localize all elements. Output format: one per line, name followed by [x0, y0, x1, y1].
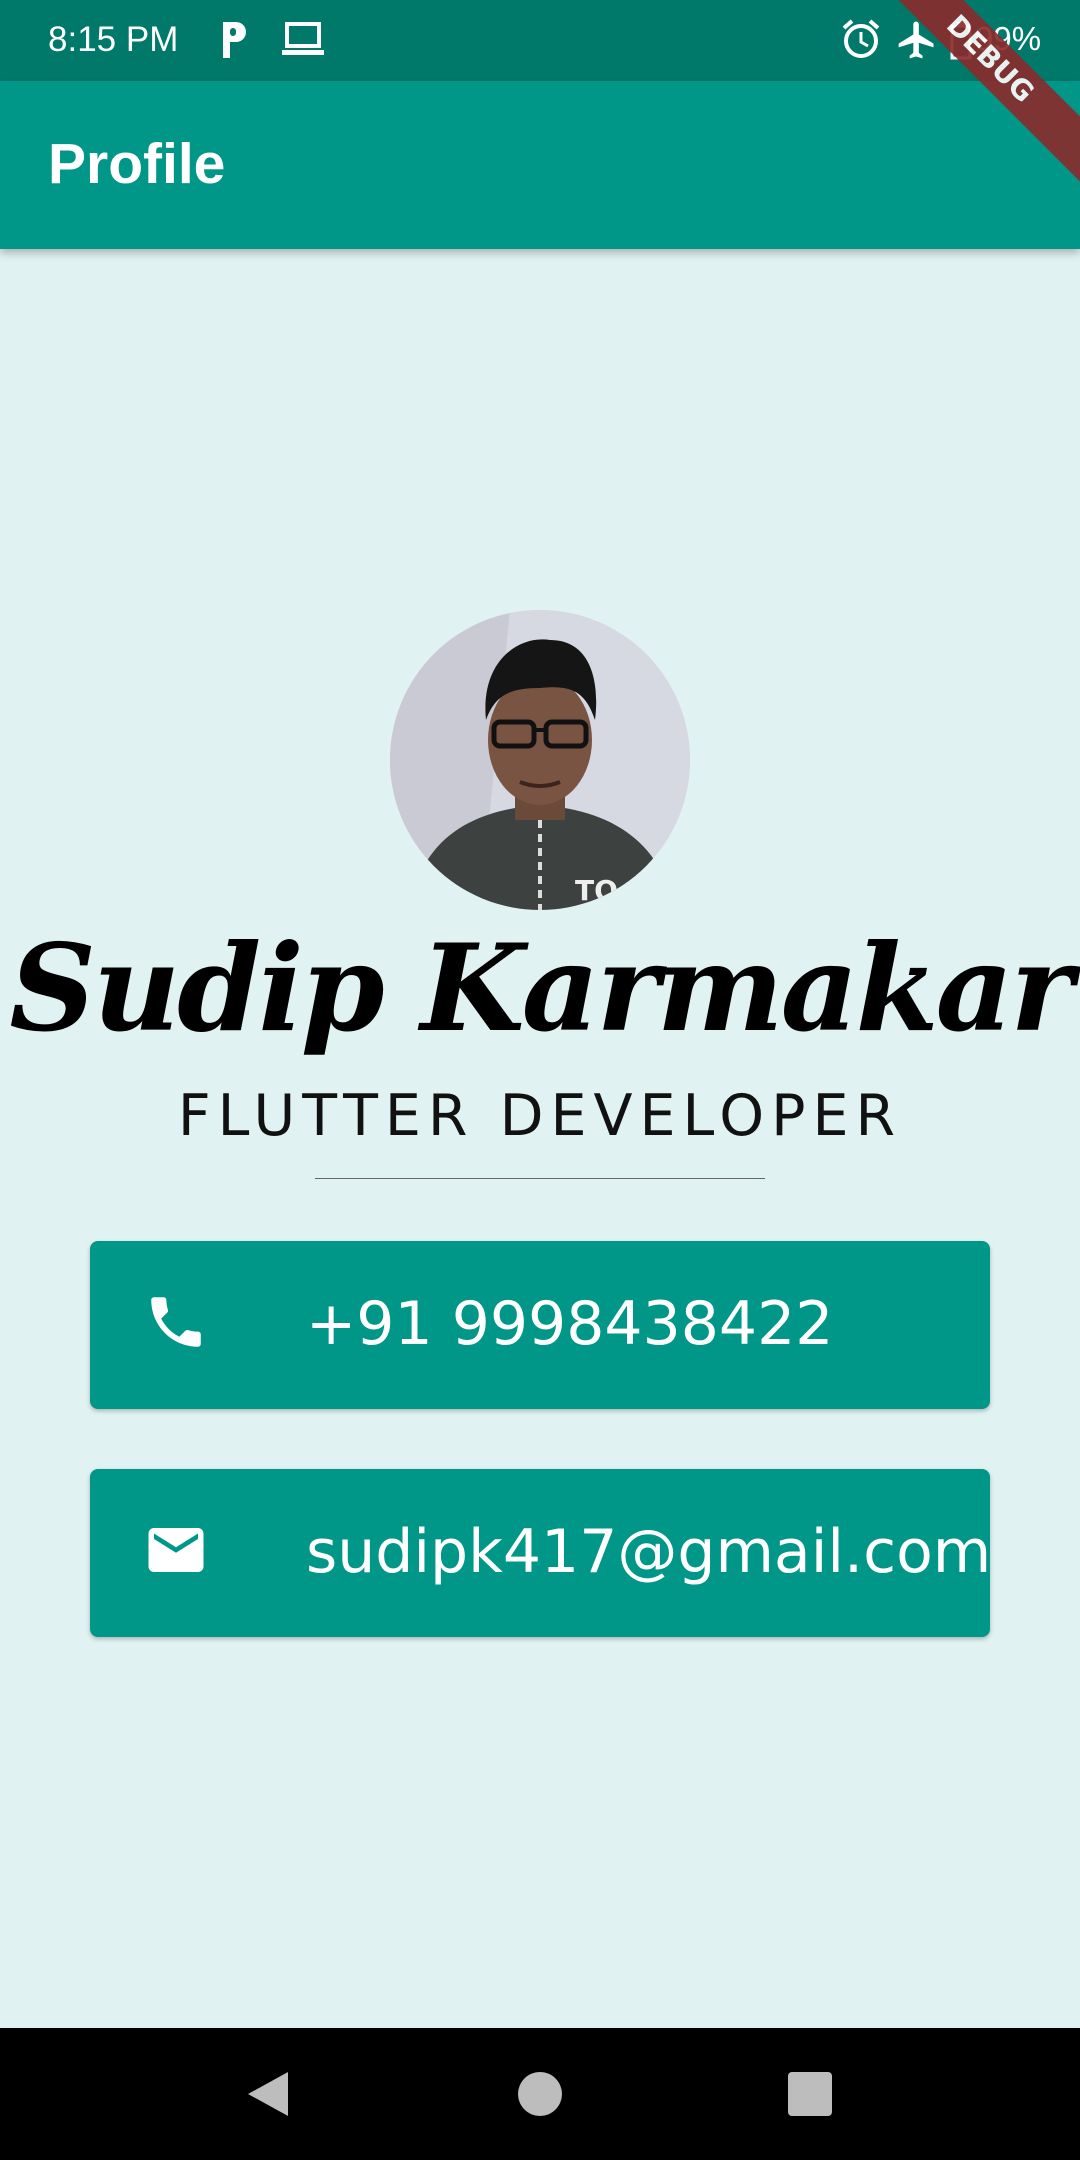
phone-icon	[143, 1289, 209, 1360]
status-time: 8:15 PM	[48, 20, 179, 59]
svg-text:TO: TO	[575, 874, 618, 907]
home-icon[interactable]	[510, 2064, 570, 2129]
profile-role: FLUTTER DEVELOPER	[177, 1083, 903, 1149]
divider	[315, 1178, 765, 1179]
profile-name: Sudip Karmakar	[9, 918, 1073, 1059]
page-title: Profile	[48, 132, 226, 196]
email-address: sudipk417@gmail.com	[306, 1517, 992, 1587]
email-card[interactable]: sudipk417@gmail.com	[90, 1469, 992, 1637]
app-bar: Profile	[0, 81, 1080, 249]
laptop-icon	[280, 18, 326, 65]
phone-number: +91 9998438422	[306, 1289, 834, 1359]
navigation-bar	[0, 2028, 1080, 2160]
avatar: TO	[390, 610, 690, 910]
parking-icon	[218, 18, 252, 65]
back-icon[interactable]	[240, 2064, 300, 2129]
alarm-icon	[840, 18, 882, 65]
recents-icon[interactable]	[780, 2064, 840, 2129]
mail-icon	[143, 1517, 209, 1588]
phone-card[interactable]: +91 9998438422	[90, 1241, 990, 1409]
